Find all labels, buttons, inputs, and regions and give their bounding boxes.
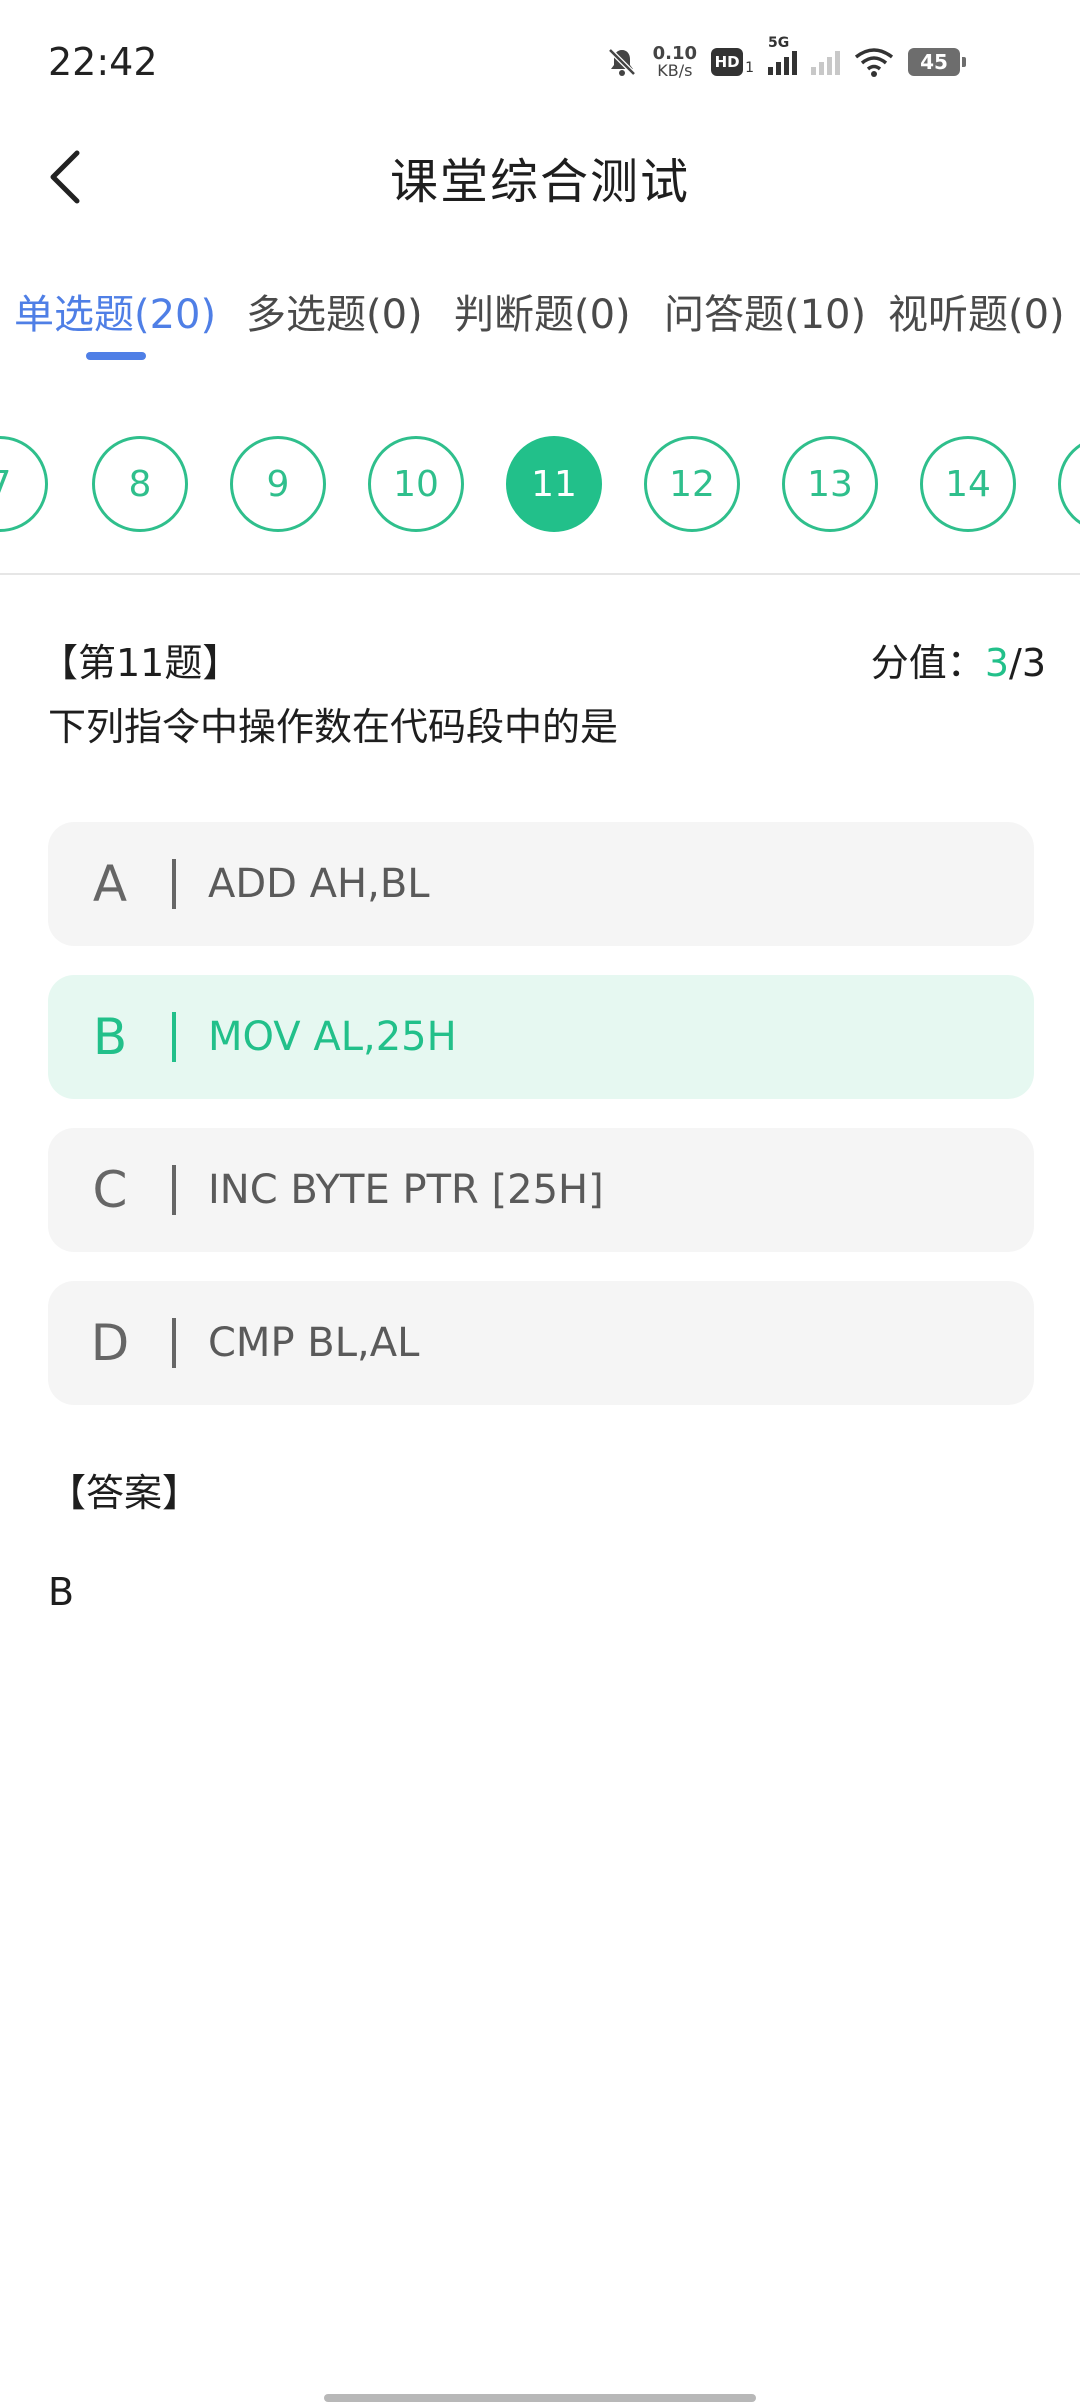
- option-b[interactable]: B MOV AL,25H: [48, 975, 1034, 1099]
- score-got: 3: [984, 641, 1009, 685]
- wifi-icon: [854, 47, 894, 77]
- home-indicator[interactable]: [324, 2394, 756, 2402]
- tab-multiple-choice[interactable]: 多选题(0): [246, 282, 423, 340]
- tab-indicator: [86, 352, 146, 360]
- network-type: 5G: [768, 35, 790, 51]
- battery-icon: 45: [908, 48, 966, 76]
- question-number-row: 7 8 9 10 11 12 13 14: [0, 436, 1080, 536]
- option-key: D: [90, 1314, 130, 1372]
- option-key: C: [92, 1161, 128, 1219]
- score-label: 分值：: [870, 641, 985, 685]
- option-divider: [172, 1318, 176, 1368]
- option-c[interactable]: C INC BYTE PTR [25H]: [48, 1128, 1034, 1252]
- option-key: A: [92, 855, 128, 913]
- option-divider: [172, 1012, 176, 1062]
- app-header: 课堂综合测试: [0, 130, 1080, 220]
- tab-short-answer[interactable]: 问答题(10): [664, 282, 866, 340]
- bell-muted-icon: [605, 45, 639, 79]
- signal-icon: [811, 49, 840, 75]
- status-bar: 22:42 0.10 KB/s HD 1 5G 45: [0, 0, 1080, 130]
- divider: [0, 573, 1080, 575]
- question-score: 分值：3/3: [871, 632, 1046, 687]
- question-number-9[interactable]: 9: [230, 436, 326, 532]
- tab-true-false[interactable]: 判断题(0): [454, 282, 631, 340]
- option-text: CMP BL,AL: [208, 1320, 420, 1366]
- question-number-7[interactable]: 7: [0, 436, 48, 532]
- option-divider: [172, 1165, 176, 1215]
- option-text: INC BYTE PTR [25H]: [208, 1167, 604, 1213]
- page-title: 课堂综合测试: [389, 154, 690, 210]
- option-a[interactable]: A ADD AH,BL: [48, 822, 1034, 946]
- option-divider: [172, 859, 176, 909]
- network-speed: 0.10 KB/s: [653, 45, 697, 79]
- question-type-tabs: 单选题(20) 多选题(0) 判断题(0) 问答题(10) 视听题(0): [0, 282, 1080, 362]
- option-text: MOV AL,25H: [208, 1014, 457, 1060]
- hd-badge: HD: [711, 48, 744, 76]
- score-sep: /: [1009, 641, 1022, 685]
- speed-unit: KB/s: [657, 61, 693, 80]
- status-time: 22:42: [48, 40, 158, 84]
- question-number-13[interactable]: 13: [782, 436, 878, 532]
- question-number-14[interactable]: 14: [920, 436, 1016, 532]
- question-number-12[interactable]: 12: [644, 436, 740, 532]
- status-icons: 0.10 KB/s HD 1 5G 45: [605, 35, 966, 82]
- option-d[interactable]: D CMP BL,AL: [48, 1281, 1034, 1405]
- quiz-page: 22:42 0.10 KB/s HD 1 5G 45 课堂综合测试 单选题(20…: [0, 0, 1080, 2408]
- tab-audio-visual[interactable]: 视听题(0): [888, 282, 1065, 340]
- option-text: ADD AH,BL: [208, 861, 430, 907]
- question-text: 下列指令中操作数在代码段中的是: [48, 705, 619, 749]
- question-number-15[interactable]: [1058, 436, 1080, 532]
- answer-value: B: [48, 1570, 75, 1614]
- signal-5g-icon: 5G: [768, 35, 797, 75]
- option-key: B: [92, 1008, 128, 1066]
- score-total: 3: [1021, 641, 1046, 685]
- answer-label: 【答案】: [48, 1471, 201, 1515]
- hd-icon: HD 1: [711, 48, 754, 76]
- question-number-10[interactable]: 10: [368, 436, 464, 532]
- hd-sub: 1: [745, 60, 754, 76]
- question-number-8[interactable]: 8: [92, 436, 188, 532]
- question-label: 【第11题】: [40, 641, 241, 685]
- question-number-11[interactable]: 11: [506, 436, 602, 532]
- tab-single-choice[interactable]: 单选题(20): [14, 282, 216, 340]
